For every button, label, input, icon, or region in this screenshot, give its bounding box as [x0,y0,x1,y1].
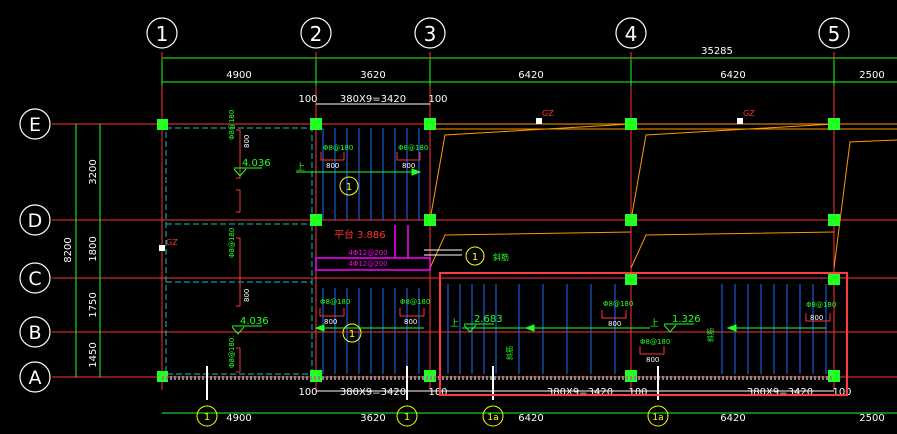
left-dim-total: 8200 [63,237,74,262]
gz-label-3: GZ [166,238,178,247]
axis-label-a: A [29,367,42,389]
axis-label-b: B [28,322,41,344]
bottom-dim-1: 4900 [226,413,251,424]
stair-note-3: 斜筋 [493,252,509,262]
beam-label-9: 800 [646,356,659,364]
gz-label-1: GZ [542,109,554,118]
beam-label-2: 800 [243,289,251,302]
rebar-label-3: Φ8@180 [228,338,236,368]
rebar-label-7: Φ8@180 [400,298,430,306]
offset-mid2-bottom: 100 [628,387,647,398]
overall-dim-text: 35285 [701,46,733,57]
section-cut-1-label: 1 [204,412,210,423]
rebar-label-9: Φ8@180 [806,301,836,309]
column-5e[interactable] [828,118,840,130]
bottom-dim-4: 6420 [720,413,745,424]
stair-note-2: 斜筋 [706,328,715,342]
offset-mid-bottom: 100 [428,387,447,398]
rebar-label-1: Φ8@180 [228,110,236,140]
section-cut-2-label: 1 [404,412,410,423]
axis-label-e: E [29,114,41,136]
left-dim-1: 3200 [88,159,99,184]
elev-1326: 1.326 [672,314,701,325]
offset-right-bottom: 100 [832,387,851,398]
rebar-label-8: Φ8@180 [603,300,633,308]
arrow-up-2: 上 [450,318,459,329]
column-3d[interactable] [424,214,436,226]
section-bubble-3-label: 1 [472,252,478,263]
elev-3886: 3.886 [357,230,386,241]
beam-label-7: 800 [608,320,621,328]
gz-label-2: GZ [743,109,755,118]
stair-run-top: 380X9=3420 [340,94,406,105]
landing-rebar-a: 4Φ12@200 [348,249,387,257]
arrow-up-3: 上 [650,318,659,329]
left-dim-4: 1450 [88,342,99,367]
stair-run-bottom-3: 380X9=3420 [747,387,813,398]
rebar-label-4: Φ8@180 [323,144,353,152]
offset-left-bottom: 100 [298,387,317,398]
offset-right-top: 100 [428,94,447,105]
beam-label-5: 800 [324,318,337,326]
stair-run-bottom-1: 380X9=3420 [340,387,406,398]
column-5a[interactable] [828,370,840,382]
beam-label-3: 800 [326,162,339,170]
top-dim-4: 6420 [720,70,745,81]
bottom-dim-5: 2500 [859,413,884,424]
axis-label-4: 4 [625,22,638,46]
beam-label-6: 800 [404,318,417,326]
section-bubble-2-label: 1 [349,329,355,340]
column-5d[interactable] [828,214,840,226]
column-4d[interactable] [625,214,637,226]
rebar-label-2: Φ8@180 [228,228,236,258]
top-dim-1: 4900 [226,70,251,81]
bottom-dim-2: 3620 [360,413,385,424]
elev-2683: 2.683 [474,314,503,325]
axis-label-1: 1 [156,22,169,46]
axis-label-3: 3 [424,22,437,46]
column-5c[interactable] [828,273,840,285]
rebar-label-10: Φ8@180 [640,338,670,346]
left-dim-2: 1800 [88,236,99,261]
beam-label-8: 800 [810,314,823,322]
top-dim-2: 3620 [360,70,385,81]
bottom-dim-3: 6420 [518,413,543,424]
left-dim-3: 1750 [88,292,99,317]
top-dim-5: 2500 [859,70,884,81]
section-cut-3-label: 1a [487,413,498,423]
axis-label-d: D [28,210,43,232]
cad-drawing-canvas[interactable]: 1 2 3 4 5 E D C B A 35285 4900 3620 6420 [0,0,897,434]
axis-label-2: 2 [310,22,323,46]
landing-rebar-b: 4Φ12@200 [348,260,387,268]
stair-run-bottom-2: 380X9=3420 [547,387,613,398]
landing-label: 平台 [334,228,354,241]
offset-left-top: 100 [298,94,317,105]
rebar-label-5: Φ8@180 [398,144,428,152]
stair-note-1: 斜筋 [505,346,514,360]
elev-4036-bottom: 4.036 [240,316,269,327]
beam-label-1: 800 [243,135,251,148]
section-cut-4-label: 1a [652,413,663,423]
top-dim-3: 6420 [518,70,543,81]
beam-label-4: 800 [402,162,415,170]
rebar-label-6: Φ8@180 [320,298,350,306]
column-4e[interactable] [625,118,637,130]
column-1e[interactable] [157,119,168,130]
arrow-up-1: 上 [296,162,305,173]
axis-label-5: 5 [828,22,841,46]
section-bubble-1-label: 1 [346,182,352,193]
column-2e[interactable] [310,118,322,130]
axis-label-c: C [28,268,41,290]
column-4c[interactable] [625,273,637,285]
column-3e[interactable] [424,118,436,130]
column-2d[interactable] [310,214,322,226]
elev-4036-top: 4.036 [242,158,271,169]
